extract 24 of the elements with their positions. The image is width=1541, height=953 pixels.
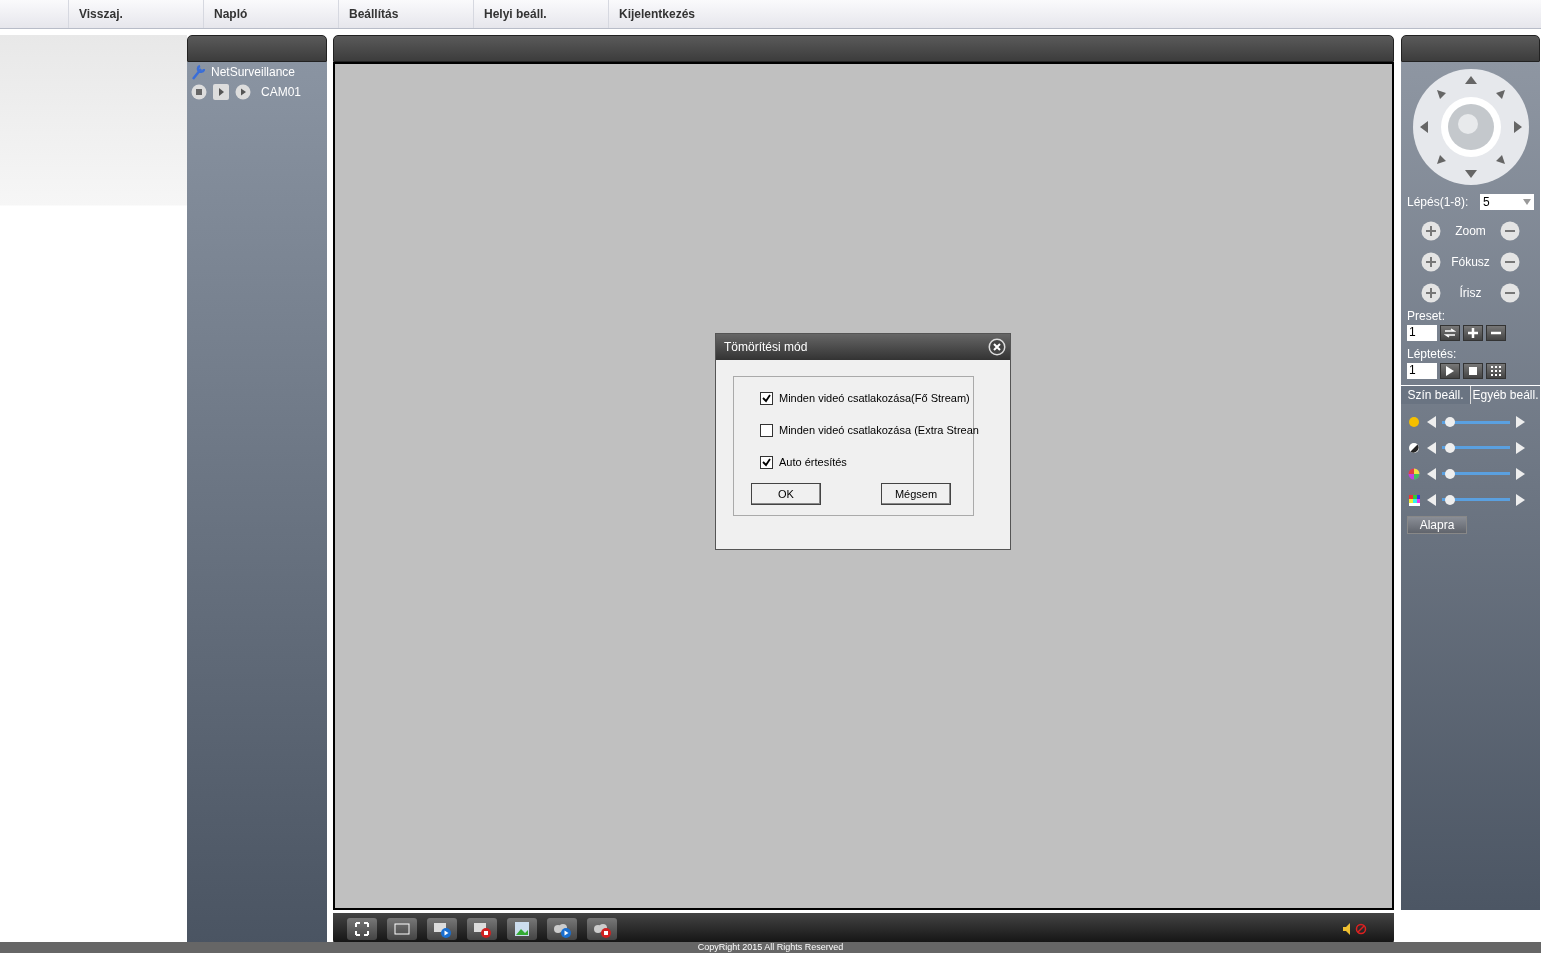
- step-label: Lépés(1-8):: [1407, 195, 1469, 209]
- ok-button[interactable]: OK: [751, 483, 821, 505]
- preset-label: Preset:: [1407, 309, 1446, 323]
- option-label: Minden videó csatlakozása (Extra Strean: [779, 424, 979, 436]
- control-label: Zoom: [1455, 223, 1486, 238]
- nav-item[interactable]: Beállítás: [338, 0, 473, 28]
- tour-label: Léptetés:: [1407, 347, 1458, 361]
- nav-item[interactable]: Visszaj.: [68, 0, 203, 28]
- nav-item[interactable]: Kijelentkezés: [608, 0, 743, 28]
- step-select[interactable]: 5: [1480, 194, 1534, 210]
- preset-field[interactable]: 1: [1407, 325, 1437, 341]
- cancel-button[interactable]: Mégsem: [881, 483, 951, 505]
- footer-text: CopyRight 2015 All Rights Reserved: [0, 942, 1541, 953]
- dialog-title: Tömörítési mód: [724, 340, 808, 354]
- option-label: Minden videó csatlakozása(Fő Stream): [779, 392, 970, 404]
- tour-field[interactable]: 1: [1407, 363, 1437, 379]
- reset-button[interactable]: Alapra: [1407, 516, 1467, 534]
- control-label: Írisz: [1459, 285, 1482, 300]
- settings-tab[interactable]: Egyéb beáll.: [1470, 386, 1540, 404]
- control-label: Fókusz: [1451, 254, 1490, 269]
- nav-item[interactable]: Napló: [203, 0, 338, 28]
- option-label: Auto értesítés: [779, 456, 847, 468]
- nav-item[interactable]: Helyi beáll.: [473, 0, 608, 28]
- settings-tab[interactable]: Szín beáll.: [1401, 386, 1470, 404]
